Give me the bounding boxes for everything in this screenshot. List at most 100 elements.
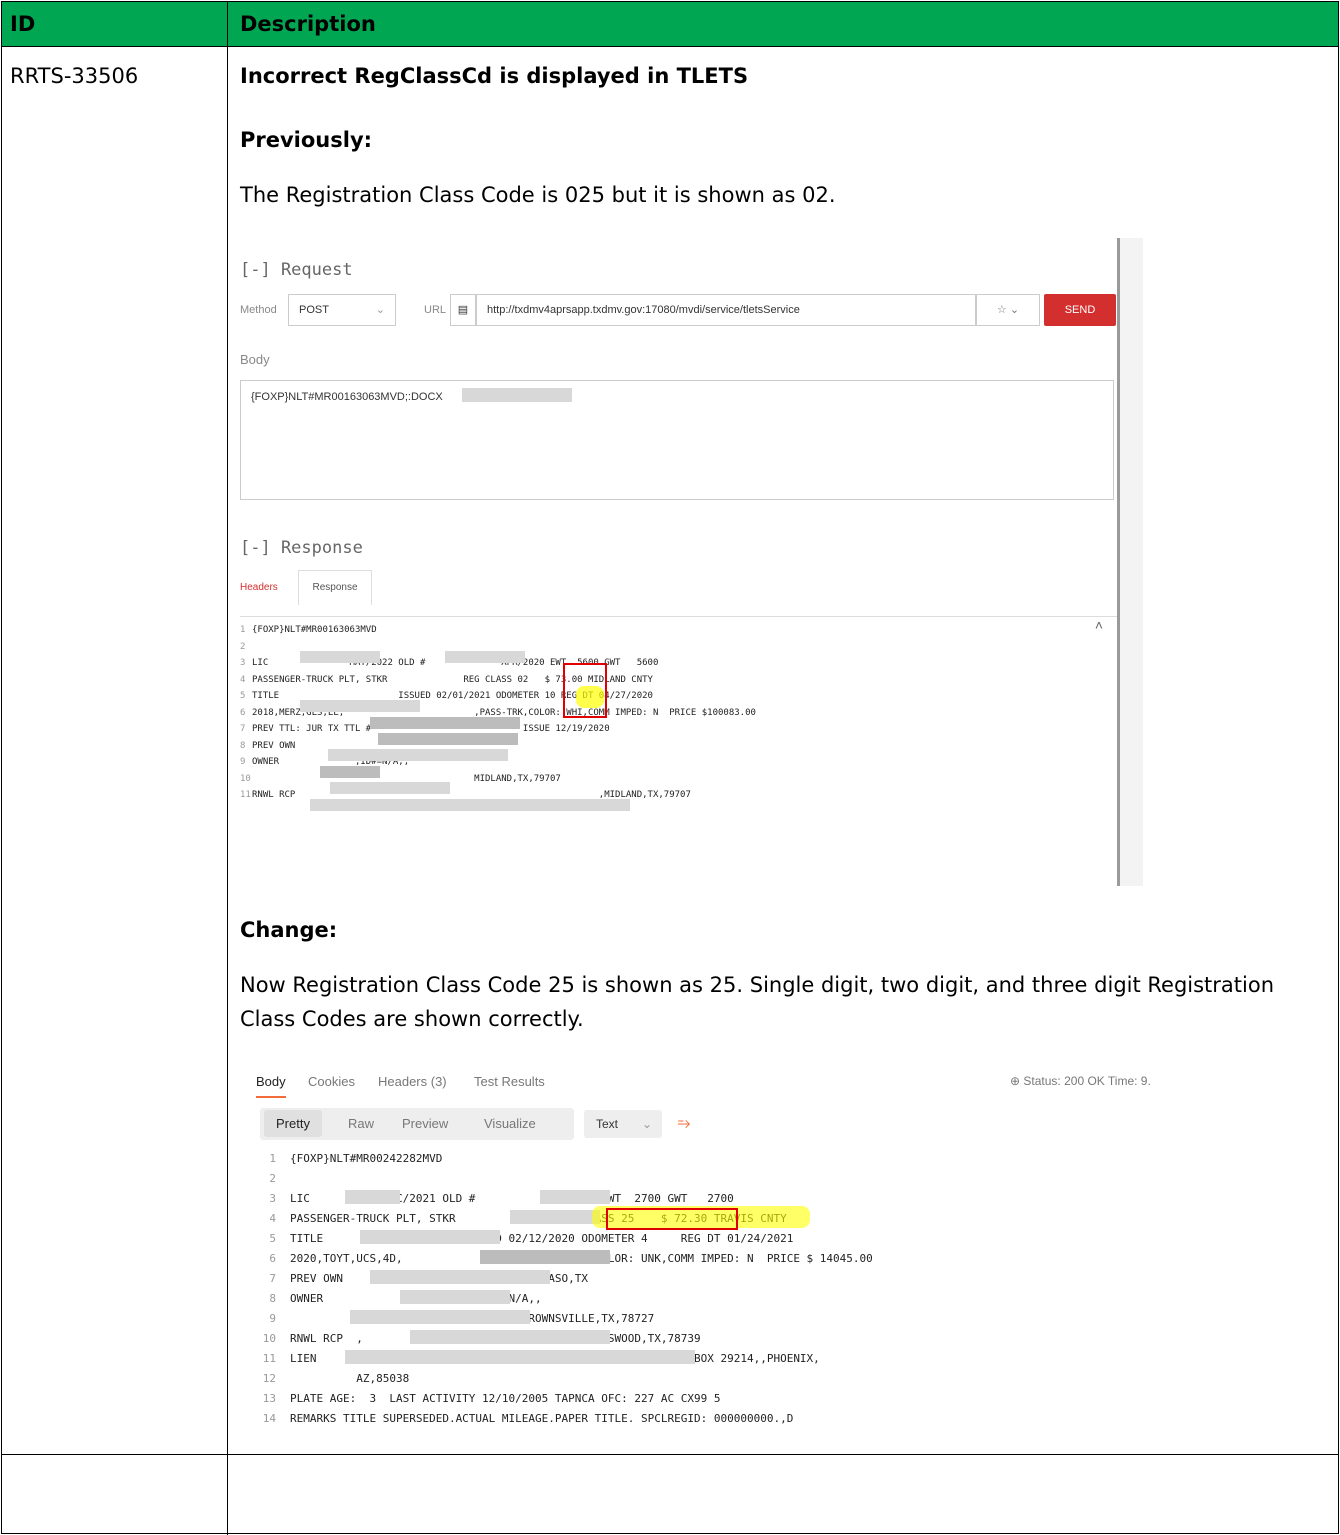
format-select[interactable]: Text ⌄: [584, 1110, 662, 1138]
column-divider: [227, 2, 228, 1535]
line-number: 6: [240, 707, 246, 718]
line-number: 9: [240, 757, 246, 767]
line-number: 13: [262, 1392, 276, 1405]
line-text: PREV OWN: [252, 740, 296, 751]
redaction-blur: [410, 1330, 610, 1344]
release-notes-table: ID Description RRTS-33506 Incorrect RegC…: [1, 1, 1339, 1535]
change-heading: Change:: [240, 918, 338, 942]
active-tab-indicator: [256, 1096, 286, 1098]
tab-body[interactable]: Body: [256, 1074, 286, 1089]
code-line: 12 AZ,85038: [240, 1372, 409, 1385]
line-number: 2: [240, 641, 246, 652]
redaction-blur: [510, 1210, 600, 1224]
line-number: 4: [269, 1212, 276, 1225]
chevron-down-icon: ⌄: [641, 1117, 652, 1131]
response-section-label: [-] Response: [240, 538, 363, 558]
redaction-blur: [350, 1310, 530, 1324]
row-divider: [2, 1454, 1338, 1455]
redaction-blur: [462, 388, 572, 402]
ticket-id: RRTS-33506: [10, 64, 139, 88]
line-number: 6: [269, 1252, 276, 1265]
request-screenshot: [-] Request Method POST ⌄ URL ▤ http://t…: [240, 238, 1143, 886]
redaction-blur: [330, 782, 450, 794]
code-line: 13 PLATE AGE: 3 LAST ACTIVITY 12/10/2005 …: [240, 1392, 721, 1405]
redaction-blur: [345, 1350, 695, 1364]
status-value: Status: 200 OK Time: 9.: [1023, 1074, 1151, 1088]
redaction-blur: [370, 1270, 550, 1284]
line-number: 4: [240, 674, 246, 685]
body-label: Body: [240, 352, 270, 367]
redaction-blur: [370, 717, 520, 729]
raw-button[interactable]: Raw: [348, 1116, 374, 1131]
status-text: ⊕ Status: 200 OK Time: 9.: [1010, 1074, 1151, 1088]
line-number: 7: [269, 1272, 276, 1285]
line-number: 11: [240, 790, 251, 800]
table-header: ID Description: [2, 2, 1338, 47]
line-number: 1: [240, 625, 246, 635]
tab-test-results[interactable]: Test Results: [474, 1074, 545, 1089]
visualize-button[interactable]: Visualize: [484, 1116, 536, 1131]
method-value: POST: [299, 304, 329, 316]
redaction-blur: [445, 651, 525, 663]
code-line: 2: [240, 642, 252, 652]
line-number: 3: [240, 658, 246, 668]
pretty-button[interactable]: Pretty: [264, 1110, 322, 1137]
line-number: 1: [269, 1152, 276, 1165]
line-number: 9: [269, 1312, 276, 1325]
line-number: 10: [262, 1332, 276, 1345]
tab-headers[interactable]: Headers: [240, 582, 278, 593]
redaction-blur: [300, 700, 420, 712]
chevron-down-icon: ⌄: [375, 304, 385, 316]
highlight-box: [563, 663, 607, 718]
line-number: 3: [269, 1192, 276, 1205]
description-column-header: Description: [240, 12, 376, 36]
line-text: BN=5;.DUPLICATE REG - RECORD 1 OF 2.: [290, 1432, 555, 1434]
url-input[interactable]: http://txdmv4aprsapp.txdmv.gov:17080/mvd…: [476, 294, 976, 326]
redaction-blur: [540, 1190, 610, 1204]
redaction-blur: [345, 1190, 400, 1204]
tab-headers[interactable]: Headers (3): [378, 1074, 447, 1089]
response-screenshot: Body Cookies Headers (3) Test Results ⊕ …: [240, 1064, 1155, 1434]
redaction-blur: [320, 766, 380, 778]
line-number: 14: [262, 1412, 276, 1425]
globe-icon: ⊕: [1010, 1074, 1021, 1088]
line-number: 8: [240, 740, 246, 751]
redaction-blur: [400, 1290, 510, 1304]
line-text: REMARKS TITLE SUPERSEDED.ACTUAL MILEAGE.…: [290, 1412, 794, 1425]
line-text: AZ,85038: [290, 1372, 410, 1385]
change-text: Now Registration Class Code 25 is shown …: [240, 973, 1275, 1031]
tab-response[interactable]: Response: [298, 570, 372, 605]
document-icon[interactable]: ▤: [450, 294, 476, 326]
send-button[interactable]: SEND: [1044, 294, 1116, 326]
code-line: 3 LIC DEC/2021 OLD # DEC/2020 EWT 2700 GW…: [240, 1192, 733, 1205]
highlight-box: [606, 1208, 738, 1230]
scrollbar[interactable]: [1117, 238, 1143, 886]
star-icon[interactable]: ☆ ⌄: [976, 294, 1040, 326]
id-column-header: ID: [10, 12, 36, 36]
line-number: 5: [269, 1232, 276, 1245]
previously-text: The Registration Class Code is 025 but i…: [240, 183, 836, 207]
redaction-blur: [328, 749, 508, 761]
code-line: 5 TITLE ISSUED 02/12/2020 ODOMETER 4 REG …: [240, 1232, 793, 1245]
code-line: 15 BN=5;.DUPLICATE REG - RECORD 1 OF 2.: [240, 1432, 555, 1434]
previously-heading: Previously:: [240, 128, 373, 152]
line-number: 2: [269, 1172, 276, 1185]
format-value: Text: [596, 1117, 619, 1131]
redaction-blur: [378, 733, 518, 745]
code-line: 1 {FOXP}NLT#MR00163063MVD: [240, 625, 377, 635]
line-number: 8: [269, 1292, 276, 1305]
body-textarea[interactable]: {FOXP}NLT#MR00163063MVD;:DOCX: [240, 380, 1114, 500]
tab-cookies[interactable]: Cookies: [308, 1074, 355, 1089]
line-number: 10: [240, 773, 251, 784]
wrap-lines-icon[interactable]: ⥱: [670, 1110, 698, 1138]
line-number: 12: [262, 1372, 276, 1385]
redaction-blur: [360, 1230, 500, 1244]
line-text: PLATE AGE: 3 LAST ACTIVITY 12/10/2005 TA…: [290, 1392, 721, 1405]
redaction-blur: [480, 1250, 610, 1264]
redaction-blur: [300, 651, 380, 663]
method-select[interactable]: POST ⌄: [288, 294, 396, 326]
url-label: URL: [424, 304, 447, 316]
code-line: 14 REMARKS TITLE SUPERSEDED.ACTUAL MILEAG…: [240, 1412, 794, 1425]
preview-button[interactable]: Preview: [402, 1116, 448, 1131]
chevron-up-icon[interactable]: ˄: [1095, 617, 1103, 633]
